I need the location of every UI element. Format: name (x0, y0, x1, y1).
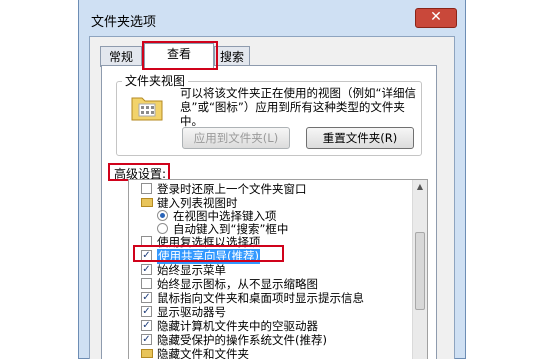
radio-button[interactable] (157, 210, 168, 221)
tab-search[interactable]: 搜索 (214, 46, 250, 67)
title-bar: 文件夹选项 ✕ (79, 0, 465, 36)
checkbox[interactable]: ✓ (141, 292, 152, 303)
list-scrollbar[interactable]: ▲ (412, 180, 427, 359)
apply-to-folders-button[interactable]: 应用到文件夹(L) (182, 127, 290, 149)
tab-general[interactable]: 常规 (100, 46, 142, 67)
checkbox[interactable]: ✓ (141, 264, 152, 275)
checkbox[interactable] (141, 278, 152, 289)
scroll-thumb[interactable] (415, 232, 425, 310)
folder-views-description: 可以将该文件夹正在使用的视图（例如“详细信息”或“图标”）应用到所有这种类型的文… (180, 86, 416, 128)
folder-view-icon (131, 97, 163, 121)
advanced-settings-list[interactable]: 登录时还原上一个文件夹窗口 键入列表视图时 在视图中选择键入项 自动键入到“搜索… (128, 179, 428, 359)
checkbox[interactable] (141, 236, 152, 247)
radio-button[interactable] (157, 223, 168, 234)
window-title: 文件夹选项 (91, 15, 157, 30)
scroll-up-icon[interactable]: ▲ (413, 180, 427, 194)
checkbox[interactable] (141, 183, 152, 194)
close-button[interactable]: ✕ (415, 8, 457, 28)
tab-view[interactable]: 查看 (144, 43, 214, 68)
checkbox[interactable]: ✓ (141, 334, 152, 345)
folder-icon (141, 198, 153, 207)
checkbox[interactable]: ✓ (141, 306, 152, 317)
checkbox[interactable]: ✓ (141, 250, 152, 261)
reset-folders-button[interactable]: 重置文件夹(R) (306, 127, 414, 149)
folder-views-group-title: 文件夹视图 (122, 72, 189, 89)
checkbox[interactable]: ✓ (141, 320, 152, 331)
folder-icon (141, 349, 153, 358)
